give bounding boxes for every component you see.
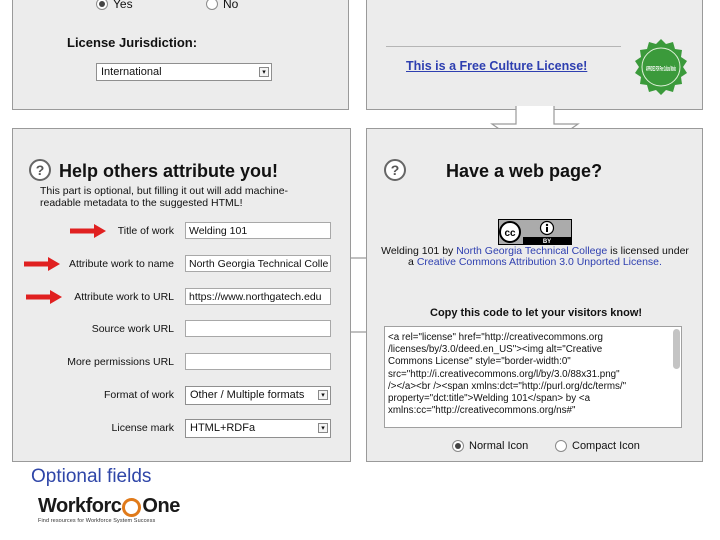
- yes-label: Yes: [113, 0, 133, 11]
- cc-mark: cc: [504, 228, 516, 239]
- jurisdiction-value: International: [101, 66, 162, 78]
- logo-name-left: Workforc: [38, 495, 122, 517]
- copy-code-label: Copy this code to let your visitors know…: [430, 307, 643, 319]
- jurisdiction-select[interactable]: International ▾: [96, 63, 272, 81]
- field-label: License mark: [111, 422, 174, 434]
- chevron-down-icon: ▾: [318, 423, 328, 433]
- normal-icon-option[interactable]: Normal Icon: [452, 440, 528, 452]
- code-line: property="dct:title">Welding 101</span> …: [388, 393, 591, 405]
- help-question-icon[interactable]: ?: [384, 159, 406, 181]
- field-input[interactable]: Welding 101: [185, 222, 331, 239]
- field-value: https://www.northgatech.edu: [189, 291, 322, 303]
- compact-icon-option[interactable]: Compact Icon: [555, 440, 640, 452]
- yes-option[interactable]: Yes: [96, 0, 133, 11]
- help-question-icon[interactable]: ?: [29, 159, 51, 181]
- field-value: Welding 101: [189, 225, 248, 237]
- code-line: /licenses/by/3.0/deed.en_US"><img alt="C…: [388, 344, 603, 356]
- web-page-title: Have a web page?: [446, 161, 603, 181]
- normal-icon-label: Normal Icon: [469, 440, 529, 452]
- code-line: /></a><br /><span xmlns:dct="http://purl…: [388, 380, 627, 392]
- license-link[interactable]: Creative Commons Attribution 3.0 Unporte…: [417, 256, 662, 268]
- field-select[interactable]: HTML+RDFa ▾: [185, 419, 331, 438]
- field-value: HTML+RDFa: [190, 422, 256, 434]
- red-arrow-icon: [24, 257, 60, 271]
- badge-label: APPROVED FOR Free Cultural Works: [646, 64, 676, 73]
- field-input[interactable]: [185, 320, 331, 337]
- field-label: Source work URL: [91, 323, 174, 335]
- scrollbar[interactable]: [673, 329, 680, 369]
- normal-icon-radio[interactable]: [452, 440, 464, 452]
- slide-caption: Optional fields: [31, 466, 152, 487]
- compact-icon-label: Compact Icon: [572, 440, 640, 452]
- chevron-down-icon: ▾: [318, 390, 328, 400]
- field-input[interactable]: [185, 353, 331, 370]
- compact-icon-radio[interactable]: [555, 440, 567, 452]
- field-select[interactable]: Other / Multiple formats ▾: [185, 386, 331, 405]
- embed-code: <a rel="license" href="http://creativeco…: [388, 332, 668, 417]
- field-label: Attribute work to URL: [74, 291, 174, 303]
- field-label: Attribute work to name: [68, 258, 174, 270]
- field-input[interactable]: https://www.northgatech.edu: [185, 288, 331, 305]
- field-label: Format of work: [103, 389, 174, 401]
- no-radio[interactable]: [206, 0, 218, 10]
- code-line: src="http://i.creativecommons.org/l/by/3…: [388, 368, 620, 380]
- field-input[interactable]: North Georgia Technical Colle: [185, 255, 331, 272]
- logo-name-right: One: [142, 495, 180, 517]
- cc-by-license-icon[interactable]: cc BY: [498, 219, 572, 245]
- field-label: More permissions URL: [67, 356, 174, 368]
- jurisdiction-panel: [12, 0, 349, 110]
- embed-code-textarea[interactable]: <a rel="license" href="http://creativeco…: [384, 326, 682, 428]
- jurisdiction-label: License Jurisdiction:: [67, 35, 198, 50]
- field-value: North Georgia Technical Colle: [189, 258, 329, 270]
- field-label: Title of work: [117, 225, 174, 237]
- logo-ring-icon: [122, 497, 142, 517]
- code-line: xmlns:cc="http://creativecommons.org/ns#…: [388, 405, 576, 417]
- license-statement: Welding 101 by North Georgia Technical C…: [380, 246, 690, 268]
- workforce-one-logo: Workforc One Find resources for Workforc…: [38, 495, 180, 524]
- chevron-down-icon: ▾: [259, 67, 269, 77]
- code-line: <a rel="license" href="http://creativeco…: [388, 332, 603, 343]
- divider: [386, 46, 621, 47]
- red-arrow-icon: [26, 290, 62, 304]
- code-line: Commons License" style="border-width:0": [388, 356, 571, 368]
- free-culture-approved-badge: APPROVED FOR Free Cultural Works: [635, 39, 687, 95]
- no-option[interactable]: No: [206, 0, 238, 11]
- no-label: No: [223, 0, 239, 11]
- free-culture-link[interactable]: This is a Free Culture License!: [406, 59, 587, 73]
- attribution-title: Help others attribute you!: [59, 161, 279, 181]
- logo-tagline: Find resources for Workforce System Succ…: [38, 518, 156, 524]
- yes-radio[interactable]: [96, 0, 108, 10]
- field-value: Other / Multiple formats: [190, 389, 305, 401]
- attribution-description: This part is optional, but filling it ou…: [40, 185, 289, 209]
- red-arrow-icon: [70, 224, 106, 238]
